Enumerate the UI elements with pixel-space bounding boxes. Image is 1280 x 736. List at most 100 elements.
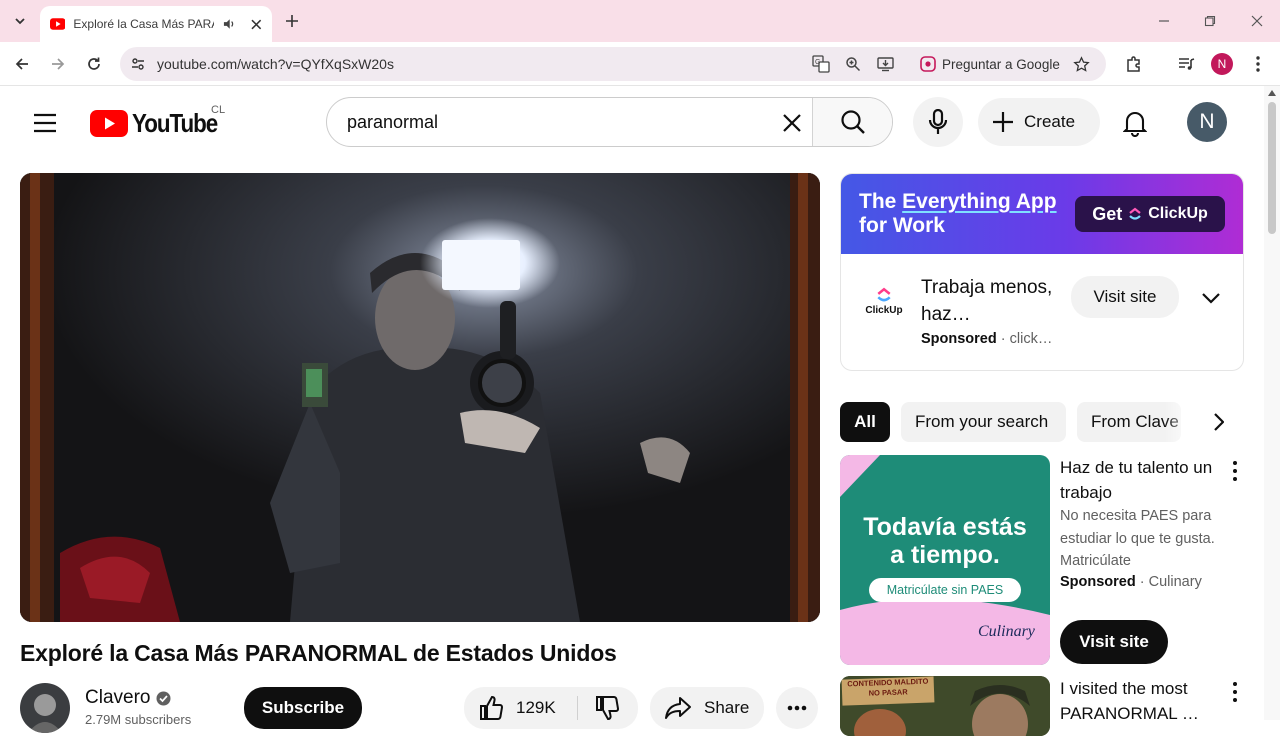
clickup-icon: [877, 287, 891, 301]
ad-separator: ·: [1000, 331, 1006, 347]
scrollbar-thumb[interactable]: [1268, 102, 1276, 234]
chip-from-your-search[interactable]: From your search: [901, 402, 1066, 442]
create-label: Create: [1024, 112, 1076, 131]
rec-thumbnail-paranormal[interactable]: CONTENIDO MALDITO NO PASAR: [840, 676, 1050, 736]
rec-title[interactable]: Haz de tu talento un trabajo: [1060, 455, 1220, 505]
address-toolbar: youtube.com/watch?v=QYfXqSxW20s G Pregun…: [0, 42, 1280, 86]
browser-menu-icon[interactable]: [1248, 52, 1268, 76]
ad-banner-line1-a: The: [859, 190, 903, 213]
extensions-icon[interactable]: [1122, 52, 1146, 76]
ad-logo-text: ClickUp: [865, 304, 903, 316]
close-tab-icon[interactable]: [251, 19, 262, 30]
chip-all[interactable]: All: [840, 402, 890, 442]
scroll-up-arrow-icon[interactable]: [1268, 90, 1276, 96]
youtube-header: YouTube CL paranormal Create N: [0, 86, 1264, 158]
more-horizontal-icon: [787, 705, 807, 711]
thumb-brand: Culinary: [978, 623, 1035, 640]
translate-icon[interactable]: G: [810, 54, 832, 74]
restore-icon[interactable]: [1198, 9, 1222, 33]
rec-separator: ·: [1139, 574, 1145, 590]
voice-search-button[interactable]: [913, 97, 963, 147]
account-avatar[interactable]: N: [1187, 102, 1227, 142]
thumb-headline-2: a tiempo.: [890, 541, 1000, 569]
video-frame-image: [20, 173, 820, 622]
ad-banner-line2: for Work: [859, 214, 945, 237]
search-input[interactable]: paranormal: [347, 112, 438, 133]
thumbs-down-icon: [596, 696, 619, 721]
sponsored-ad-card[interactable]: The Everything App for Work Get ClickUp …: [840, 173, 1244, 371]
forward-icon[interactable]: [46, 52, 70, 76]
microphone-icon: [928, 109, 948, 134]
ad-banner-cta-brand: ClickUp: [1148, 205, 1208, 222]
rec-more-icon[interactable]: [1225, 459, 1245, 483]
thumbs-up-icon: [480, 695, 503, 720]
more-actions-button[interactable]: [776, 687, 818, 729]
rec-more-icon-2[interactable]: [1225, 680, 1245, 704]
reload-icon[interactable]: [82, 52, 106, 76]
thumb-sign-text: CONTENIDO MALDITO NO PASAR: [847, 676, 929, 698]
rec-thumbnail-culinary[interactable]: Todavía estás a tiempo. Matricúlate sin …: [840, 455, 1050, 665]
like-button[interactable]: 129K: [464, 695, 578, 720]
rec-visit-site-button[interactable]: Visit site: [1060, 620, 1168, 664]
share-button[interactable]: Share: [650, 687, 764, 729]
minimize-icon[interactable]: [1152, 9, 1176, 33]
url-text[interactable]: youtube.com/watch?v=QYfXqSxW20s: [157, 56, 394, 72]
site-info-icon[interactable]: [128, 54, 148, 74]
media-controls-icon[interactable]: [1174, 52, 1198, 76]
channel-avatar[interactable]: [20, 683, 70, 733]
video-player[interactable]: [20, 173, 820, 622]
youtube-wordmark: YouTube: [132, 108, 218, 138]
omnibox[interactable]: youtube.com/watch?v=QYfXqSxW20s G Pregun…: [120, 47, 1106, 81]
subscribe-button[interactable]: Subscribe: [244, 687, 362, 729]
browser-profile-avatar[interactable]: N: [1211, 53, 1233, 75]
close-window-icon[interactable]: [1245, 9, 1269, 33]
verified-badge-icon: [156, 691, 171, 705]
ad-source: click…: [1009, 331, 1053, 347]
like-count: 129K: [516, 698, 556, 717]
browser-tab-bar: Exploré la Casa Más PARANORMAL: [0, 0, 1280, 42]
zoom-icon[interactable]: [842, 54, 864, 74]
browser-tab[interactable]: Exploré la Casa Más PARANORMAL: [40, 6, 272, 42]
chevron-right-icon: [1214, 413, 1224, 431]
ad-banner[interactable]: The Everything App for Work Get ClickUp: [841, 174, 1243, 254]
ad-banner-line1-b: Everything App: [902, 190, 1057, 213]
install-app-icon[interactable]: [874, 54, 896, 74]
ad-headline[interactable]: Trabaja menos, haz…: [921, 274, 1055, 328]
dislike-button[interactable]: [578, 695, 636, 721]
youtube-logo[interactable]: YouTube: [90, 108, 231, 139]
ask-google-label: Preguntar a Google: [942, 56, 1060, 72]
chips-next-button[interactable]: [1164, 402, 1240, 442]
youtube-play-logo-icon: [90, 110, 128, 137]
rec-description: No necesita PAES para estudiar lo que te…: [1060, 508, 1215, 569]
clear-search-icon[interactable]: [779, 110, 805, 136]
rec-source: Culinary: [1148, 574, 1202, 590]
bookmark-star-icon[interactable]: [1070, 54, 1092, 74]
share-icon: [665, 697, 691, 719]
search-button[interactable]: [812, 98, 892, 146]
country-code: CL: [211, 104, 226, 116]
video-title: Exploré la Casa Más PARANORMAL de Estado…: [20, 640, 617, 666]
new-tab-icon[interactable]: [280, 9, 304, 33]
back-icon[interactable]: [10, 52, 34, 76]
channel-name[interactable]: Clavero: [85, 687, 150, 709]
share-label: Share: [704, 698, 750, 717]
ad-visit-site-button[interactable]: Visit site: [1071, 276, 1179, 318]
ask-google-button[interactable]: Preguntar a Google: [914, 51, 1066, 77]
like-dislike-group: 129K: [464, 687, 638, 729]
google-lens-icon: [920, 56, 936, 72]
rec-title-2[interactable]: I visited the most PARANORMAL …: [1060, 676, 1210, 726]
ad-sponsored-label: Sponsored: [921, 331, 997, 347]
clickup-logo-icon: [1129, 207, 1141, 220]
thumb-pill: Matricúlate sin PAES: [869, 578, 1021, 602]
guide-menu-icon[interactable]: [28, 110, 62, 136]
related-filter-chips: All From your search From Clave: [840, 402, 1240, 442]
ad-banner-cta[interactable]: Get ClickUp: [1075, 196, 1225, 232]
ad-advertiser-logo[interactable]: ClickUp: [861, 278, 907, 324]
create-button[interactable]: Create: [978, 98, 1100, 146]
tab-search-icon[interactable]: [8, 9, 32, 33]
audio-playing-icon[interactable]: [222, 17, 235, 31]
notifications-bell-icon[interactable]: [1120, 108, 1150, 138]
ad-banner-cta-get: Get: [1092, 203, 1123, 224]
search-box[interactable]: paranormal: [326, 97, 893, 147]
ad-expand-chevron-icon[interactable]: [1197, 284, 1225, 312]
